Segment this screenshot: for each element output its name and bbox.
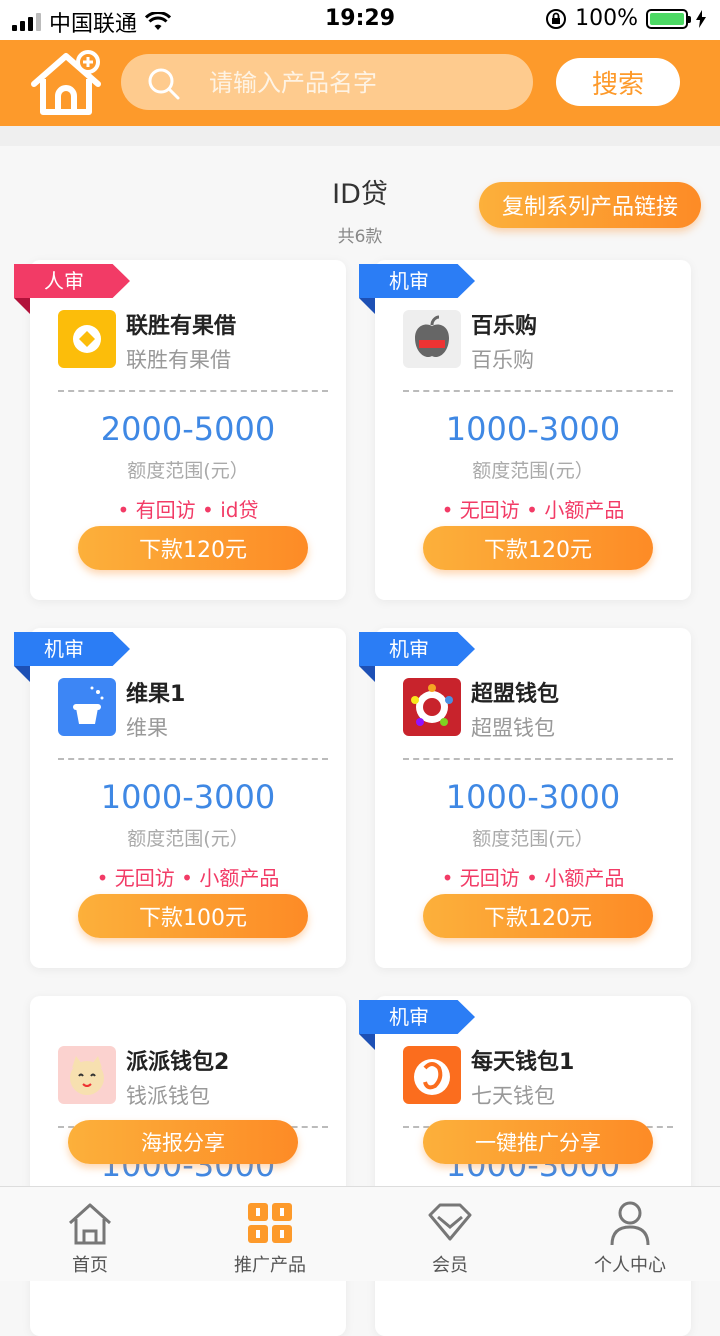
product-name: 联胜有果借 — [126, 314, 237, 339]
divider — [403, 758, 673, 760]
tab-label: 个人中心 — [594, 1255, 666, 1276]
tab-home[interactable]: 首页 — [0, 1187, 180, 1281]
product-name: 超盟钱包 — [471, 682, 560, 707]
product-logo — [403, 678, 461, 736]
product-card[interactable]: 机审 百乐购 百乐购 1000-3000 额度范围(元） • 无回访 • 小额产… — [359, 260, 691, 600]
amount-range: 1000-3000 — [100, 778, 276, 816]
tab-label: 会员 — [432, 1255, 468, 1276]
charging-icon — [696, 9, 706, 28]
product-name: 百乐购 — [471, 314, 538, 339]
tab-label: 推广产品 — [234, 1255, 306, 1276]
divider — [58, 758, 328, 760]
home-icon — [68, 1203, 112, 1245]
grid-icon — [248, 1203, 292, 1243]
product-subtitle: 七天钱包 — [471, 1084, 555, 1108]
amount-range: 1000-3000 — [445, 778, 621, 816]
tab-label: 首页 — [72, 1255, 108, 1276]
copy-series-link-button[interactable]: 复制系列产品链接 — [479, 182, 701, 228]
product-logo — [403, 1046, 461, 1104]
product-features: • 有回访 • id贷 — [117, 498, 259, 522]
product-subtitle: 超盟钱包 — [471, 716, 555, 740]
search-button[interactable]: 搜索 — [556, 58, 680, 106]
loan-reward-button[interactable]: 下款120元 — [423, 894, 653, 938]
product-name: 派派钱包2 — [126, 1050, 230, 1075]
product-logo — [58, 310, 116, 368]
amount-range-label: 额度范围(元） — [127, 828, 249, 850]
tab-promote-products[interactable]: 推广产品 — [180, 1187, 360, 1281]
tab-profile[interactable]: 个人中心 — [540, 1187, 720, 1281]
product-subtitle: 钱派钱包 — [126, 1084, 210, 1108]
review-tag: 人审 — [14, 264, 130, 298]
amount-range-label: 额度范围(元） — [472, 460, 594, 482]
tab-member[interactable]: 会员 — [360, 1187, 540, 1281]
amount-range-label: 额度范围(元） — [127, 460, 249, 482]
amount-range: 1000-3000 — [445, 410, 621, 448]
product-logo — [58, 678, 116, 736]
product-name: 每天钱包1 — [471, 1050, 575, 1075]
bottom-tab-bar: 首页 推广产品 会员 个人中心 — [0, 1186, 720, 1281]
product-card[interactable]: 机审 每天钱包1 七天钱包 1000-3000 — [359, 996, 691, 1336]
review-tag: 机审 — [14, 632, 130, 666]
product-card[interactable]: 机审 维果1 维果 1000-3000 额度范围(元） • 无回访 • 小额产品… — [14, 628, 346, 968]
divider — [58, 390, 328, 392]
battery-percent: 100% — [575, 6, 638, 31]
review-tag: 机审 — [359, 264, 475, 298]
product-card[interactable]: 机审 超盟钱包 超盟钱包 1000-3000 额度范围(元） • 无回访 • 小… — [359, 628, 691, 968]
search-icon — [148, 68, 180, 100]
product-subtitle: 联胜有果借 — [126, 348, 231, 372]
product-subtitle: 百乐购 — [471, 348, 534, 372]
rotation-lock-icon — [546, 8, 567, 29]
amount-range-label: 额度范围(元） — [472, 828, 594, 850]
loan-reward-button[interactable]: 下款120元 — [423, 526, 653, 570]
loan-reward-button[interactable]: 下款120元 — [78, 526, 308, 570]
one-click-share-button[interactable]: 一键推广分享 — [423, 1120, 653, 1164]
amount-range: 2000-5000 — [100, 410, 276, 448]
battery-icon — [646, 8, 691, 29]
divider — [0, 126, 720, 146]
product-logo — [403, 310, 461, 368]
user-icon — [610, 1201, 650, 1246]
product-card[interactable]: 派派钱包2 钱派钱包 1000-3000 — [30, 996, 346, 1336]
product-features: • 无回访 • 小额产品 — [441, 866, 625, 890]
review-tag: 机审 — [359, 632, 475, 666]
poster-share-button[interactable]: 海报分享 — [68, 1120, 298, 1164]
product-subtitle: 维果 — [126, 716, 168, 740]
top-header: 搜索 — [0, 40, 720, 126]
search-bar — [121, 54, 533, 112]
status-bar: 中国联通 19:29 100% — [0, 0, 720, 40]
product-features: • 无回访 • 小额产品 — [96, 866, 280, 890]
product-name: 维果1 — [126, 682, 186, 707]
product-card[interactable]: 人审 联胜有果借 联胜有果借 2000-5000 额度范围(元） • 有回访 •… — [14, 260, 346, 600]
search-input[interactable] — [207, 54, 511, 112]
divider — [403, 390, 673, 392]
product-features: • 无回访 • 小额产品 — [441, 498, 625, 522]
loan-reward-button[interactable]: 下款100元 — [78, 894, 308, 938]
home-logo-icon[interactable] — [28, 48, 104, 118]
product-logo — [58, 1046, 116, 1104]
review-tag: 机审 — [359, 1000, 475, 1034]
diamond-icon — [428, 1203, 472, 1241]
